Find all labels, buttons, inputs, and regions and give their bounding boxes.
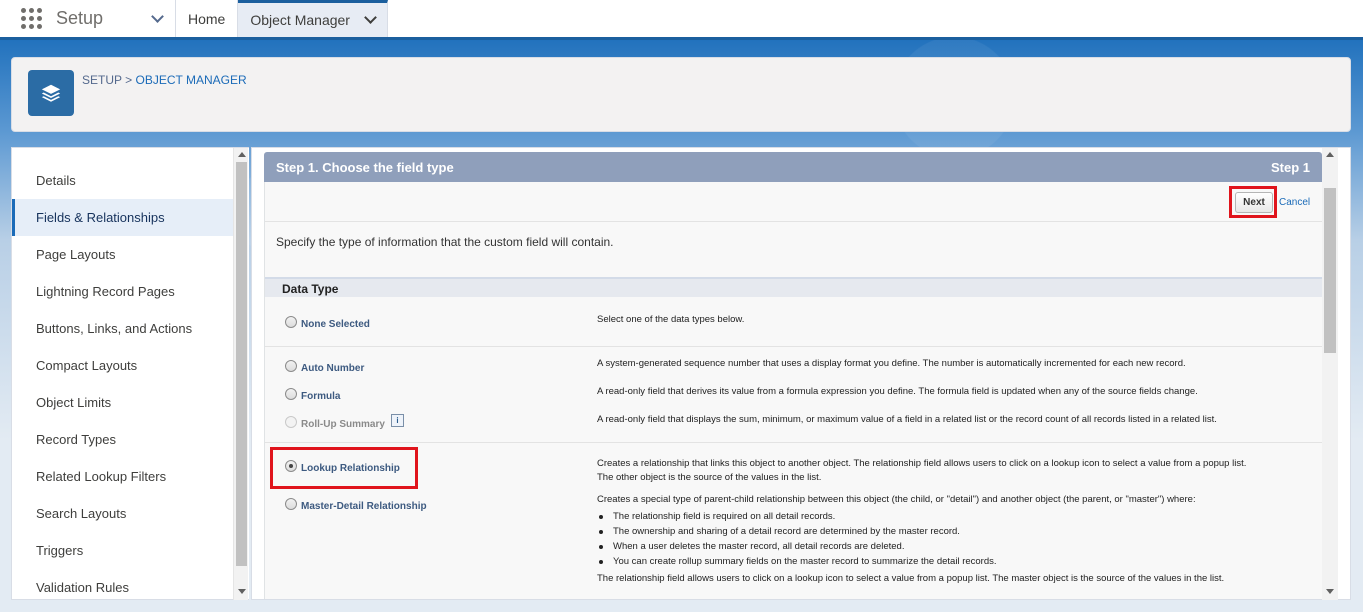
radio-master-detail-relationship[interactable]	[285, 498, 297, 510]
sidebar-scroll-thumb[interactable]	[236, 162, 247, 566]
intro-text: Specify the type of information that the…	[276, 235, 614, 249]
label-master-detail-relationship[interactable]: Master-Detail Relationship	[301, 501, 427, 512]
desc-auto-number: A system-generated sequence number that …	[597, 358, 1186, 369]
radio-lookup-relationship[interactable]	[285, 460, 297, 472]
label-formula[interactable]: Formula	[301, 391, 340, 402]
sidebar-item-lightning-record-pages[interactable]: Lightning Record Pages	[12, 273, 234, 310]
label-none-selected[interactable]: None Selected	[301, 319, 370, 330]
scroll-down-icon[interactable]	[1326, 589, 1334, 594]
master-detail-bullets: The relationship field is required on al…	[597, 509, 997, 569]
list-item: When a user deletes the master record, a…	[597, 539, 997, 554]
button-row: Next Cancel	[265, 182, 1323, 222]
main-scrollbar[interactable]	[1322, 148, 1338, 600]
desc-master-detail-after: The relationship field allows users to c…	[597, 573, 1225, 584]
breadcrumb-object-manager[interactable]: OBJECT MANAGER	[136, 73, 247, 87]
sidebar: Details Fields & Relationships Page Layo…	[11, 147, 249, 600]
desc-formula: A read-only field that derives its value…	[597, 386, 1198, 397]
global-nav: Setup Home Object Manager	[0, 0, 1363, 40]
breadcrumb-separator: >	[125, 73, 133, 87]
tab-object-manager-label: Object Manager	[250, 12, 350, 28]
sidebar-item-search-layouts[interactable]: Search Layouts	[12, 495, 234, 532]
breadcrumb-setup[interactable]: SETUP	[82, 73, 122, 87]
divider	[265, 442, 1323, 443]
app-launcher-icon[interactable]	[0, 0, 52, 37]
divider	[265, 346, 1323, 347]
scroll-up-icon[interactable]	[1326, 152, 1334, 157]
sidebar-item-details[interactable]: Details	[12, 162, 234, 199]
scroll-up-icon[interactable]	[238, 152, 246, 157]
desc-master-detail: Creates a special type of parent-child r…	[597, 494, 1196, 505]
desc-lookup-line-1: Creates a relationship that links this o…	[597, 458, 1247, 469]
main-content: Step 1. Choose the field type Step 1 Nex…	[251, 147, 1351, 600]
info-icon[interactable]: i	[391, 414, 404, 427]
desc-none-selected: Select one of the data types below.	[597, 314, 745, 325]
desc-roll-up-summary: A read-only field that displays the sum,…	[597, 414, 1217, 425]
sidebar-item-buttons-links-actions[interactable]: Buttons, Links, and Actions	[12, 310, 234, 347]
step-header: Step 1. Choose the field type Step 1	[264, 152, 1322, 182]
sidebar-item-related-lookup-filters[interactable]: Related Lookup Filters	[12, 458, 234, 495]
sidebar-item-compact-layouts[interactable]: Compact Layouts	[12, 347, 234, 384]
layers-icon	[28, 70, 74, 116]
radio-formula[interactable]	[285, 388, 297, 400]
desc-lookup-relationship: Creates a relationship that links this o…	[597, 457, 1312, 485]
list-item: You can create rollup summary fields on …	[597, 554, 997, 569]
tab-object-manager[interactable]: Object Manager	[238, 0, 388, 37]
list-item: The ownership and sharing of a detail re…	[597, 524, 997, 539]
next-button[interactable]: Next	[1235, 192, 1273, 213]
sidebar-item-page-layouts[interactable]: Page Layouts	[12, 236, 234, 273]
step-body: Next Cancel Specify the type of informat…	[264, 182, 1323, 599]
radio-none-selected[interactable]	[285, 316, 297, 328]
radio-roll-up-summary	[285, 416, 297, 428]
scroll-down-icon[interactable]	[238, 589, 246, 594]
main-scroll-thumb[interactable]	[1324, 188, 1336, 353]
data-type-heading: Data Type	[265, 277, 1323, 297]
page-header: SETUP > OBJECT MANAGER	[11, 57, 1351, 132]
step-number: Step 1	[1270, 159, 1310, 175]
app-switch-chevron-down-icon[interactable]	[140, 0, 176, 37]
cancel-link[interactable]: Cancel	[1279, 197, 1310, 208]
sidebar-item-object-limits[interactable]: Object Limits	[12, 384, 234, 421]
step-title: Step 1. Choose the field type	[276, 159, 454, 175]
tab-home[interactable]: Home	[176, 0, 239, 37]
breadcrumb: SETUP > OBJECT MANAGER	[82, 73, 247, 87]
list-item: The relationship field is required on al…	[597, 509, 997, 524]
label-roll-up-summary: Roll-Up Summary	[301, 419, 385, 430]
label-auto-number[interactable]: Auto Number	[301, 363, 364, 374]
sidebar-item-validation-rules[interactable]: Validation Rules	[12, 569, 234, 599]
sidebar-item-triggers[interactable]: Triggers	[12, 532, 234, 569]
sidebar-item-record-types[interactable]: Record Types	[12, 421, 234, 458]
label-lookup-relationship[interactable]: Lookup Relationship	[301, 463, 400, 474]
radio-auto-number[interactable]	[285, 360, 297, 372]
desc-lookup-line-2: The other object is the source of the va…	[597, 472, 822, 483]
chevron-down-icon[interactable]	[364, 11, 377, 24]
sidebar-scrollbar[interactable]	[233, 148, 248, 600]
sidebar-item-fields-relationships[interactable]: Fields & Relationships	[12, 199, 234, 236]
app-name: Setup	[56, 8, 104, 28]
